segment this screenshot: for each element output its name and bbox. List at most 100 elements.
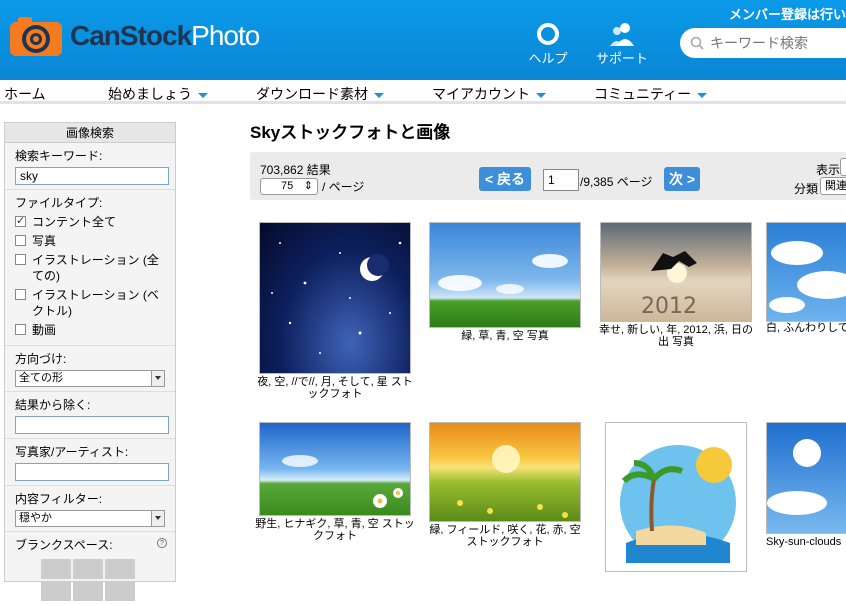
keyword-input[interactable] <box>15 167 169 185</box>
nav-getting-started[interactable]: 始めましょう <box>108 84 208 104</box>
support-button[interactable]: サポート <box>592 22 652 67</box>
thumbnail-item[interactable] <box>603 422 749 574</box>
orientation-label: 方向づけ: <box>15 352 67 366</box>
thumbnail-item[interactable]: 野生, ヒナギク, 草, 青, 空 ストックフォト <box>255 422 415 542</box>
checkbox[interactable] <box>15 254 26 265</box>
thumbnail-image[interactable] <box>766 422 846 534</box>
content-filter-section: 内容フィルター: 穏やか <box>5 486 175 532</box>
exclude-input[interactable] <box>15 416 169 434</box>
page-title: Skyストックフォトと画像 <box>250 123 451 142</box>
help-ring-icon <box>537 23 559 45</box>
artist-section: 写真家/アーティスト: <box>5 439 175 486</box>
image-text-2012: 2012 <box>641 294 697 319</box>
prev-page-button[interactable]: < 戻る <box>479 167 531 191</box>
filetype-option-all[interactable]: コンテント全て <box>15 213 165 230</box>
thumbnail-item[interactable]: 緑, 草, 青, 空 写真 <box>425 222 585 342</box>
search-icon <box>690 36 704 50</box>
logo[interactable]: CanStockPhoto <box>8 14 260 58</box>
thumbnail-caption[interactable]: 緑, フィールド, 咲く, 花, 赤, 空 ストックフォト <box>429 524 580 548</box>
content-filter-select[interactable]: 穏やか <box>15 510 165 527</box>
thumbnail-image[interactable] <box>259 422 411 516</box>
help-label: ヘルプ <box>528 51 568 66</box>
checkbox[interactable] <box>15 235 26 246</box>
blank-space-section: ブランクスペース: ? <box>5 532 175 605</box>
beach-2012-image: 2012 <box>641 251 697 319</box>
site-header: CanStockPhoto メンバー登録は行い ヘルプ サポート <box>0 0 846 80</box>
thumbnail-caption[interactable]: 夜, 空, //で//, 月, そして, 星 ストックフォト <box>257 376 413 400</box>
thumbnail-caption[interactable]: 野生, ヒナギク, 草, 青, 空 ストックフォト <box>255 518 415 542</box>
help-button[interactable]: ヘルプ <box>518 22 578 67</box>
thumbnail-item[interactable]: 緑, フィールド, 咲く, 花, 赤, 空 ストックフォト <box>425 422 585 548</box>
blank-space-label: ブランクスペース: <box>15 538 113 552</box>
results-toolbar: 703,862 結果 75 / ページ < 戻る /9,385 ページ 次 > … <box>250 152 846 200</box>
blank-space-cell[interactable] <box>41 559 71 579</box>
thumbnail-item[interactable]: Sky-sun-clouds <box>766 422 846 548</box>
filetype-section: ファイルタイプ: コンテント全て 写真 イラストレーション (全ての) イラスト… <box>5 190 175 346</box>
result-count: 703,862 結果 <box>260 163 331 177</box>
blank-space-cell[interactable] <box>41 581 71 601</box>
filetype-option-video[interactable]: 動画 <box>15 322 165 338</box>
thumbnail-image[interactable] <box>766 222 846 322</box>
content-filter-label: 内容フィルター: <box>15 492 103 506</box>
blank-space-cell[interactable] <box>105 581 135 601</box>
blank-space-grid <box>41 559 165 601</box>
nav-community[interactable]: コミュニティー <box>594 84 708 104</box>
nav-downloads[interactable]: ダウンロード素材 <box>256 84 384 104</box>
chevron-down-icon <box>198 92 208 98</box>
people-icon <box>610 23 634 46</box>
support-label: サポート <box>595 51 648 66</box>
exclude-label: 結果から除く: <box>15 398 91 412</box>
dropdown-arrow-icon <box>151 371 164 386</box>
page-number-input[interactable] <box>543 169 579 191</box>
artist-input[interactable] <box>15 463 169 481</box>
thumbnail-image[interactable] <box>605 422 747 572</box>
nav-home[interactable]: ホーム <box>4 84 46 104</box>
per-page-suffix: / ページ <box>322 180 365 194</box>
thumbnail-image[interactable]: 2012 <box>600 222 752 322</box>
checkbox[interactable] <box>15 289 26 300</box>
filetype-option-photo[interactable]: 写真 <box>15 233 165 249</box>
nav-my-account[interactable]: マイアカウント <box>432 84 546 104</box>
search-box <box>680 28 846 58</box>
thumbnail-image[interactable] <box>429 222 581 328</box>
thumbnail-caption[interactable]: Sky-sun-clouds <box>766 536 846 548</box>
sort-select[interactable]: 関連 <box>820 177 846 195</box>
camera-logo-icon <box>10 17 62 56</box>
sort-label: 分類 <box>794 182 819 196</box>
member-signup-link[interactable]: メンバー登録は行い <box>729 4 846 23</box>
main-nav: ホーム 始めましょう ダウンロード素材 マイアカウント コミュニティー <box>0 80 846 104</box>
dropdown-arrow-icon <box>151 511 164 526</box>
help-icon[interactable]: ? <box>157 538 167 548</box>
search-sidebar: 画像検索 検索キーワード: ファイルタイプ: コンテント全て 写真 イラストレー… <box>4 122 176 601</box>
per-page-select[interactable]: 75 <box>260 178 318 195</box>
next-page-button[interactable]: 次 > <box>664 167 700 191</box>
thumbnail-item[interactable]: 白, ふんわりしている, 背景, 雲 <box>766 222 846 334</box>
checkbox[interactable] <box>15 324 26 335</box>
filetype-option-illustration-vector[interactable]: イラストレーション (ベクトル) <box>15 287 165 319</box>
blank-space-cell[interactable] <box>105 559 135 579</box>
search-input[interactable] <box>710 35 846 51</box>
thumbnail-caption[interactable]: 白, ふんわりしている, 背景, 雲 <box>766 322 846 334</box>
blank-space-cell[interactable] <box>73 581 103 601</box>
artist-label: 写真家/アーティスト: <box>15 445 129 459</box>
thumbnail-item[interactable]: 2012 幸せ, 新しい, 年, 2012, 浜, 日の出 写真 <box>596 222 756 348</box>
thumbnail-item[interactable]: 夜, 空, //で//, 月, そして, 星 ストックフォト <box>255 222 415 400</box>
per-page-control: 75 / ページ <box>260 178 364 195</box>
thumbnail-image[interactable] <box>429 422 581 522</box>
display-select[interactable] <box>840 158 846 176</box>
chevron-down-icon <box>536 92 546 98</box>
night-sky-image <box>271 241 402 354</box>
orientation-select[interactable]: 全ての形 <box>15 370 165 387</box>
chevron-down-icon <box>697 92 708 98</box>
filetype-option-illustration-all[interactable]: イラストレーション (全ての) <box>15 252 165 284</box>
exclude-section: 結果から除く: <box>5 392 175 439</box>
chevron-down-icon <box>374 92 384 98</box>
thumbnail-caption[interactable]: 幸せ, 新しい, 年, 2012, 浜, 日の出 写真 <box>599 324 753 348</box>
checkbox[interactable] <box>15 213 26 229</box>
orientation-section: 方向づけ: 全ての形 <box>5 346 175 392</box>
blank-space-cell[interactable] <box>73 559 103 579</box>
filetype-label: ファイルタイプ: <box>15 196 103 210</box>
thumbnail-caption[interactable]: 緑, 草, 青, 空 写真 <box>461 330 548 342</box>
thumbnail-image[interactable] <box>259 222 411 374</box>
display-label: 表示 <box>816 163 841 177</box>
